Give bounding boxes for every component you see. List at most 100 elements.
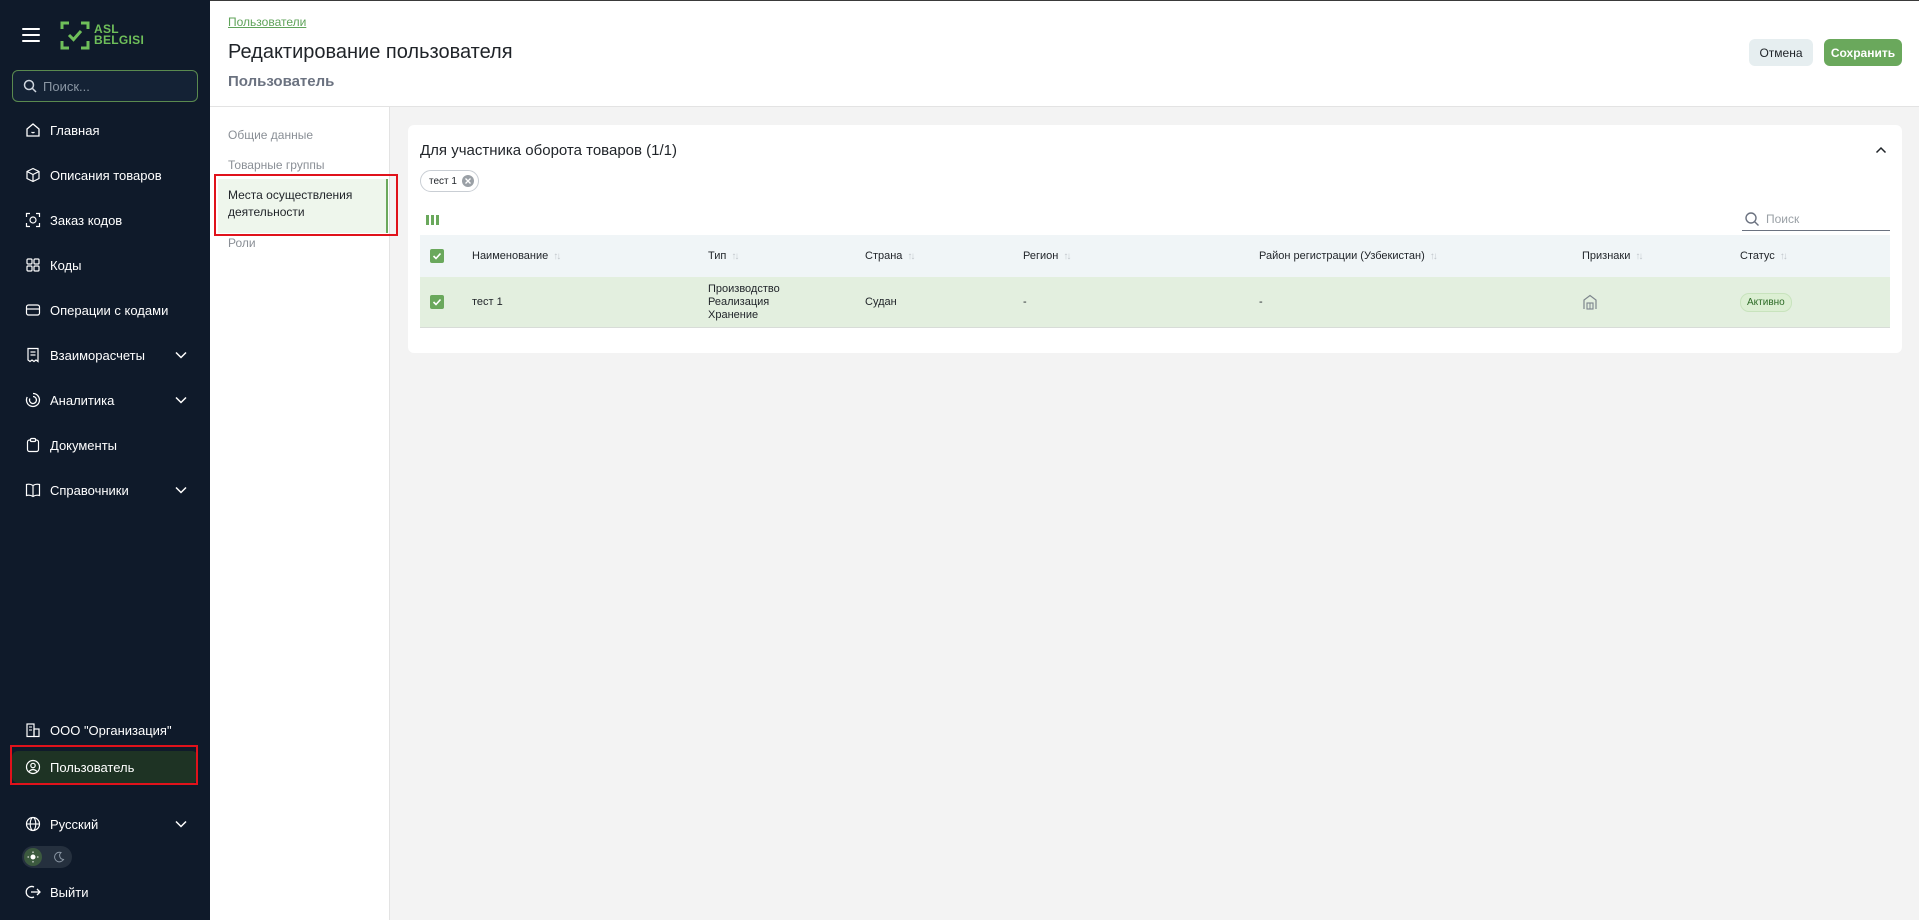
chevron-down-icon[interactable] (174, 393, 188, 407)
save-button[interactable]: Сохранить (1824, 39, 1902, 66)
page-title: Редактирование пользователя (228, 41, 513, 63)
sidebar-item-label: Операции с кодами (50, 302, 169, 318)
columns-icon[interactable] (426, 215, 439, 225)
sidebar: ASL BELGISI Главная Описания товаров Зак… (0, 0, 210, 920)
sidebar-item-home[interactable]: Главная (12, 114, 198, 146)
cell-name: тест 1 (472, 296, 503, 308)
search-icon (1745, 211, 1759, 226)
status-badge: Активно (1740, 292, 1792, 312)
receipt-icon (24, 346, 42, 364)
row-checkbox[interactable] (430, 295, 444, 309)
logo[interactable]: ASL BELGISI (60, 20, 144, 50)
logo-icon (60, 21, 90, 50)
card-title: Для участника оборота товаров (1/1) (420, 142, 677, 159)
cell-country: Судан (865, 296, 897, 308)
hamburger-icon[interactable] (22, 28, 42, 42)
clipboard-icon (24, 436, 42, 454)
sidebar-search[interactable] (12, 70, 198, 102)
page-header: Пользователи Редактирование пользователя… (210, 0, 1919, 107)
sidebar-item-products[interactable]: Описания товаров (12, 159, 198, 191)
sidebar-item-analytics[interactable]: Аналитика (12, 384, 198, 416)
cell-status: Активно (1740, 277, 1792, 327)
sidebar-item-label: Аналитика (50, 392, 115, 408)
column-header-signs[interactable]: Признаки ↑↓ (1582, 235, 1643, 277)
breadcrumb-users[interactable]: Пользователи (228, 15, 306, 29)
tab-product-groups[interactable]: Товарные группы (228, 158, 324, 172)
column-header-region[interactable]: Регион ↑↓ (1023, 235, 1071, 277)
sort-icon: ↑↓ (553, 250, 561, 262)
sidebar-item-codes[interactable]: Коды (12, 249, 198, 281)
sort-icon: ↑↓ (1779, 250, 1788, 262)
sidebar-item-documents[interactable]: Документы (12, 429, 198, 461)
sort-icon: ↑↓ (1429, 250, 1438, 262)
column-header-country[interactable]: Страна ↑↓ (865, 235, 915, 277)
table-row[interactable]: тест 1 Производство Реализация Хранение … (420, 277, 1890, 328)
tab-places[interactable]: Места осуществления деятельности (218, 179, 388, 233)
sort-icon: ↑↓ (1635, 250, 1643, 262)
page-subtitle: Пользователь (228, 73, 335, 90)
tab-general[interactable]: Общие данные (228, 128, 313, 142)
logout-button[interactable]: Выйти (12, 876, 198, 908)
sidebar-item-label: Заказ кодов (50, 212, 123, 228)
sidebar-item-organization[interactable]: ООО "Организация" (12, 714, 198, 746)
sidebar-item-label: Взаиморасчеты (50, 347, 145, 363)
sidebar-item-user[interactable]: Пользователь (12, 751, 198, 783)
table-header: Наименование ↑↓ Тип ↑↓ Страна ↑↓ Регион ↑↓ Р… (420, 235, 1890, 277)
building-icon (1583, 294, 1597, 310)
chevron-up-icon[interactable] (1874, 143, 1888, 157)
brand: ASL BELGISI (22, 18, 144, 52)
sidebar-item-label: Пользователь (50, 759, 135, 775)
logout-label: Выйти (50, 884, 89, 900)
logout-icon (24, 883, 42, 901)
column-header-name[interactable]: Наименование ↑↓ (472, 235, 561, 277)
book-icon (24, 481, 42, 499)
home-icon (24, 121, 42, 139)
cancel-button[interactable]: Отмена (1749, 39, 1813, 66)
sort-icon: ↑↓ (731, 250, 739, 262)
logo-text: ASL BELGISI (94, 22, 145, 47)
column-header-type[interactable]: Тип ↑↓ (708, 235, 739, 277)
cell-signs (1582, 277, 1598, 327)
scan-icon (24, 211, 42, 229)
organization-icon (24, 721, 42, 739)
sidebar-item-code-order[interactable]: Заказ кодов (12, 204, 198, 236)
language-label: Русский (50, 816, 99, 832)
language-select[interactable]: Русский (12, 808, 198, 840)
section-tabs: Общие данные Товарные группы Места осуще… (210, 107, 398, 920)
tab-roles[interactable]: Роли (228, 236, 256, 250)
column-header-district[interactable]: Район регистрации (Узбекистан) ↑↓ (1259, 235, 1438, 277)
sidebar-item-label: ООО "Организация" (50, 722, 172, 738)
sidebar-item-directories[interactable]: Справочники (12, 474, 198, 506)
analytics-icon (24, 391, 42, 409)
theme-toggle[interactable] (22, 846, 72, 868)
cell-region: - (1023, 296, 1027, 308)
chevron-down-icon[interactable] (174, 348, 188, 362)
sidebar-item-label: Справочники (50, 482, 129, 498)
sidebar-item-label: Документы (50, 437, 118, 453)
cell-type: Производство Реализация Хранение (708, 282, 780, 321)
sidebar-search-input[interactable] (43, 78, 183, 94)
sidebar-item-label: Коды (50, 257, 82, 273)
sidebar-item-label: Описания товаров (50, 167, 162, 183)
chevron-down-icon[interactable] (174, 817, 188, 831)
sort-icon: ↑↓ (907, 250, 915, 262)
participant-card: Для участника оборота товаров (1/1) тест… (408, 125, 1902, 353)
cell-district: - (1259, 296, 1263, 308)
filter-chip[interactable]: тест 1 (420, 170, 479, 192)
column-header-status[interactable]: Статус ↑↓ (1740, 235, 1788, 277)
table-search-input[interactable] (1766, 211, 1876, 226)
select-all-checkbox[interactable] (430, 249, 444, 263)
sidebar-item-operations[interactable]: Операции с кодами (12, 294, 198, 326)
sort-icon: ↑↓ (1063, 250, 1071, 262)
table-search[interactable] (1742, 207, 1890, 231)
globe-icon (24, 815, 42, 833)
sun-icon[interactable] (24, 848, 42, 866)
chevron-down-icon[interactable] (174, 483, 188, 497)
close-icon[interactable] (461, 175, 474, 187)
user-icon (24, 758, 42, 776)
operations-icon (24, 301, 42, 319)
sidebar-item-settlements[interactable]: Взаиморасчеты (12, 339, 198, 371)
moon-icon[interactable] (50, 848, 68, 866)
cube-icon (24, 166, 42, 184)
qr-icon (24, 256, 42, 274)
